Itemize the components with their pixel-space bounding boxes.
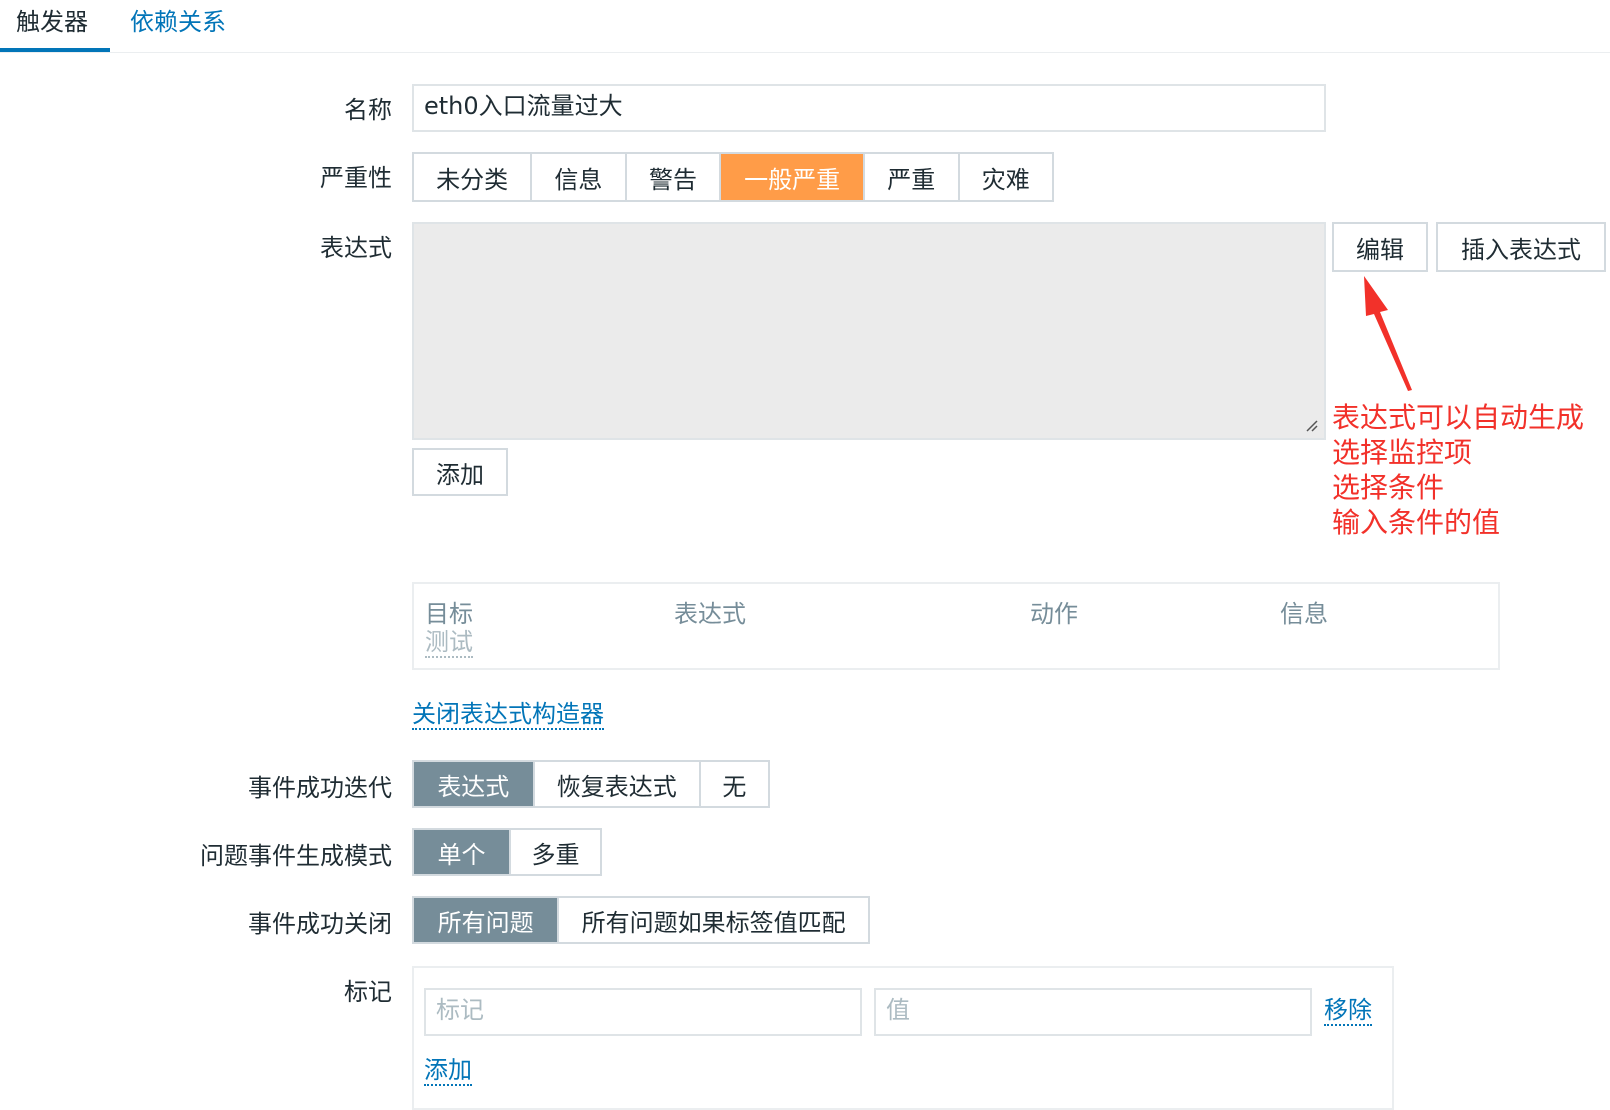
ok-event-recovery-expression[interactable]: 恢复表达式 (535, 762, 701, 806)
expression-label: 表达式 (320, 234, 392, 262)
severity-selector: 未分类 信息 警告 一般严重 严重 灾难 (412, 152, 1054, 202)
annotation-line-2: 选择监控项 (1332, 436, 1473, 469)
ok-event-none[interactable]: 无 (701, 762, 768, 806)
remove-tag-link[interactable]: 移除 (1324, 996, 1372, 1026)
annotation-line-4: 输入条件的值 (1332, 506, 1501, 539)
edit-button[interactable]: 编辑 (1332, 222, 1428, 272)
ok-closes-all-problems[interactable]: 所有问题 (414, 898, 560, 942)
problem-mode-multiple[interactable]: 多重 (511, 830, 600, 874)
problem-mode-label: 问题事件生成模式 (200, 842, 392, 870)
tab-divider (0, 52, 1610, 53)
tab-triggers[interactable]: 触发器 (16, 0, 110, 50)
ok-event-expression[interactable]: 表达式 (414, 762, 535, 806)
ok-event-closes-selector: 所有问题 所有问题如果标签值匹配 (412, 896, 870, 944)
severity-high[interactable]: 严重 (865, 154, 960, 200)
annotation-line-3: 选择条件 (1332, 471, 1445, 504)
name-input[interactable]: eth0入口流量过大 (412, 84, 1326, 132)
tab-dependencies[interactable]: 依赖关系 (130, 0, 226, 50)
problem-mode-single[interactable]: 单个 (414, 830, 511, 874)
close-expression-builder-link[interactable]: 关闭表达式构造器 (412, 700, 604, 730)
ok-event-generation-selector: 表达式 恢复表达式 无 (412, 760, 770, 808)
severity-average[interactable]: 一般严重 (721, 154, 865, 200)
add-tag-link[interactable]: 添加 (424, 1056, 472, 1086)
name-label: 名称 (344, 96, 392, 124)
tags-label: 标记 (344, 978, 392, 1006)
insert-expression-button[interactable]: 插入表达式 (1436, 222, 1606, 272)
tag-input[interactable]: 标记 (424, 988, 862, 1036)
column-header-info: 信息 (1280, 600, 1328, 628)
severity-disaster[interactable]: 灾难 (960, 154, 1053, 200)
ok-event-closes-label: 事件成功关闭 (248, 910, 392, 938)
problem-mode-selector: 单个 多重 (412, 828, 602, 876)
severity-information[interactable]: 信息 (532, 154, 627, 200)
expression-builder-table (412, 582, 1500, 670)
column-header-target: 目标 (425, 600, 473, 628)
column-header-action: 动作 (1030, 600, 1078, 628)
annotation-line-1: 表达式可以自动生成 (1332, 401, 1585, 434)
tag-value-input[interactable]: 值 (874, 988, 1312, 1036)
severity-label: 严重性 (320, 164, 392, 192)
severity-warning[interactable]: 警告 (627, 154, 722, 200)
test-link[interactable]: 测试 (425, 628, 473, 658)
severity-not-classified[interactable]: 未分类 (414, 154, 533, 200)
add-expression-button[interactable]: 添加 (412, 448, 508, 496)
ok-closes-all-problems-tag-match[interactable]: 所有问题如果标签值匹配 (559, 898, 868, 942)
expression-textarea[interactable] (412, 222, 1326, 440)
column-header-expression: 表达式 (674, 600, 746, 628)
ok-event-generation-label: 事件成功迭代 (248, 774, 392, 802)
annotation-arrow-icon (1364, 276, 1412, 391)
resize-handle-icon[interactable] (1306, 420, 1318, 432)
